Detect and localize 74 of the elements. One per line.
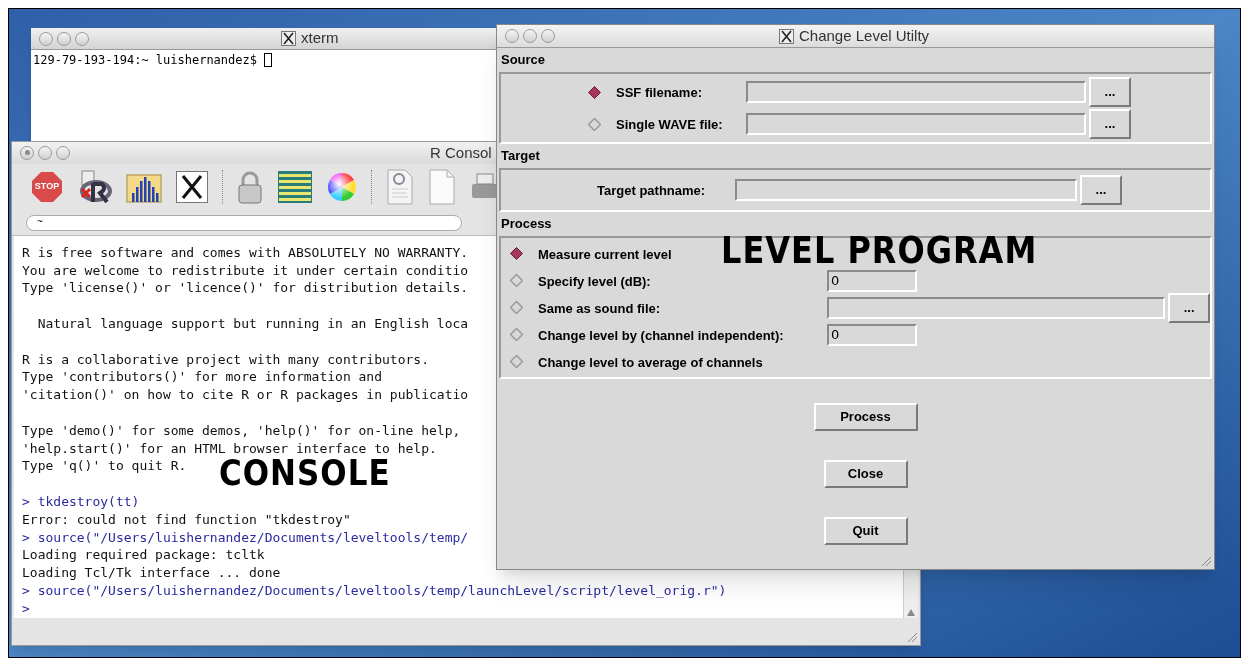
text-field[interactable] — [735, 179, 1077, 201]
option-label: SSF filename: — [616, 85, 702, 100]
text-field[interactable]: 0 — [827, 323, 917, 346]
x-window-icon — [281, 31, 296, 46]
option-label: Target pathname: — [597, 183, 706, 198]
window-title: Change Level Utilty — [799, 25, 930, 46]
browse-button[interactable]: ... — [1168, 292, 1210, 323]
output-line: Type 'q()' to quit R. — [22, 457, 187, 476]
radio-button[interactable] — [510, 355, 523, 368]
text-field[interactable] — [746, 81, 1086, 103]
output-line: You are welcome to redistribute it under certain conditio — [22, 261, 469, 280]
output-line: Natural language support but running in an English loca — [36, 315, 469, 333]
path-field[interactable]: ~ — [26, 214, 462, 231]
dialog-button[interactable]: Process — [813, 403, 918, 431]
window-control-icon[interactable] — [523, 29, 537, 43]
window-title: xterm — [301, 28, 339, 49]
resize-grip-icon[interactable] — [906, 631, 918, 643]
section-header: Process — [501, 215, 552, 234]
scroll-up-icon[interactable] — [907, 608, 915, 616]
padlock-icon — [237, 169, 263, 204]
radio-button[interactable] — [510, 328, 523, 341]
blank-page-icon — [428, 168, 456, 205]
command-line: > — [22, 599, 30, 618]
output-line: Type 'contributors()' for more information and — [22, 368, 383, 387]
output-line: Loading required package: tcltk — [22, 546, 265, 565]
option-label: Single WAVE file: — [616, 117, 723, 132]
output-line: Loading Tcl/Tk interface ... done — [22, 564, 281, 582]
radio-button[interactable] — [510, 274, 523, 287]
command-line: > tkdestroy(tt) — [22, 492, 140, 511]
radio-button[interactable] — [510, 301, 523, 314]
text-field[interactable] — [746, 113, 1086, 135]
window-title: R Consol — [430, 142, 492, 163]
window-control-icon[interactable] — [38, 145, 52, 160]
option-label: Same as sound file: — [538, 300, 661, 316]
option-label: Change level to average of channels — [538, 354, 763, 370]
radio-button[interactable] — [510, 247, 523, 260]
output-line: 'citation()' on how to cite R or R packages in publicatio — [22, 386, 469, 404]
output-line: Type 'license()' or 'licence()' for distribution details. — [22, 279, 469, 298]
text-field[interactable]: 0 — [827, 269, 917, 292]
browse-button[interactable]: ... — [1080, 175, 1122, 205]
option-label: Specify level (dB): — [538, 273, 651, 289]
browse-button[interactable]: ... — [1089, 77, 1131, 107]
cross-icon — [176, 170, 208, 203]
window-control-icon[interactable] — [39, 31, 53, 46]
window-control-icon[interactable] — [75, 31, 89, 46]
command-line: > source("/Users/luishernandez/Documents/leveltools/temp/launchLevel/script/level_orig.r") — [22, 581, 727, 600]
section-header: Target — [501, 147, 540, 166]
table-icon — [277, 169, 313, 204]
text-field[interactable] — [827, 296, 1166, 319]
section-header: Source — [501, 51, 546, 70]
radio-button[interactable] — [588, 85, 601, 99]
dialog-button[interactable]: Close — [823, 460, 908, 488]
dialog-button[interactable]: Quit — [823, 517, 908, 545]
x-window-icon — [779, 28, 794, 44]
stop-button[interactable]: STOP — [32, 171, 62, 202]
option-label: Measure current level — [538, 246, 672, 262]
output-line: R is a collaborative project with many contributors. — [22, 350, 429, 369]
browse-button[interactable]: ... — [1089, 109, 1131, 139]
output-line: Type 'demo()' for some demos, 'help()' for on-line help, — [22, 421, 461, 440]
window-control-icon[interactable] — [505, 29, 519, 43]
command-line: > source("/Users/luishernandez/Documents/leveltools/temp/ — [22, 528, 469, 547]
document-icon — [386, 168, 414, 205]
radio-button[interactable] — [588, 117, 601, 131]
output-line: R is free software and comes with ABSOLUTELY NO WARRANTY. — [22, 243, 469, 262]
resize-grip-icon[interactable] — [1200, 555, 1212, 567]
window-control-icon[interactable] — [20, 145, 34, 160]
window-control-icon[interactable] — [56, 145, 70, 160]
window-control-icon[interactable] — [57, 31, 71, 46]
option-label: Change level by (channel independent): — [538, 327, 784, 343]
window-control-icon[interactable] — [541, 29, 555, 43]
output-line: Error: could not find function "tkdestroy" — [22, 510, 351, 529]
annotation-label: LEVEL PROGRAM — [721, 231, 1038, 269]
terminal-prompt: 129-79-193-194:~ luishernandez$ — [33, 52, 257, 69]
cursor-icon — [263, 53, 272, 67]
